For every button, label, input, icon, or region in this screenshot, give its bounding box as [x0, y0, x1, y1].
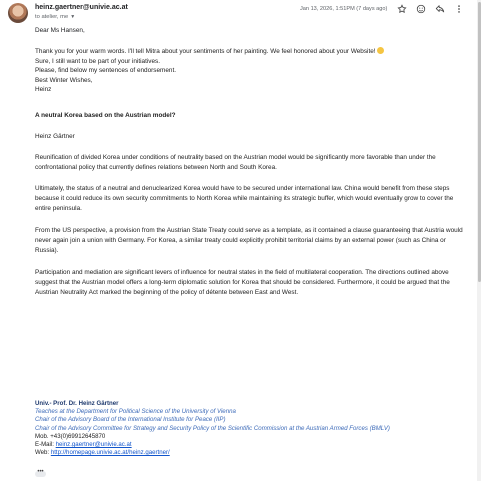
paragraph-2: Ultimately, the status of a neutral and …: [35, 185, 454, 212]
intro-line: Heinz: [35, 86, 52, 94]
scrollbar[interactable]: [477, 0, 481, 481]
intro-line: Thank you for your warm words. I'll tell…: [35, 47, 465, 57]
signature-role: Teaches at the Department for Political …: [35, 408, 236, 416]
signature-role: Chair of the Advisory Board of the Inter…: [35, 416, 226, 424]
signature-block: Univ.- Prof. Dr. Heinz Gärtner Teaches a…: [35, 400, 465, 457]
signature-name: Univ.- Prof. Dr. Heinz Gärtner: [35, 400, 119, 407]
intro-line: Please, find below my sentences of endor…: [35, 67, 177, 75]
intro-block: Thank you for your warm words. I'll tell…: [35, 47, 465, 95]
chevron-down-icon: ▼: [70, 14, 76, 20]
signature-web-link[interactable]: http://homepage.univie.ac.at/heinz.gaert…: [51, 449, 170, 456]
message-date: Jan 13, 2026, 1:51PM (7 days ago): [300, 6, 388, 12]
paragraph-1: Reunification of divided Korea under con…: [35, 154, 436, 171]
endorsement-author: Heinz Gärtner: [35, 133, 75, 140]
signature-web-row: Web: http://homepage.univie.ac.at/heinz.…: [35, 449, 170, 457]
star-icon[interactable]: [396, 3, 407, 14]
scrollbar-thumb[interactable]: [477, 2, 481, 282]
intro-line: Sure, I still want to be part of your in…: [35, 57, 161, 65]
signature-email-row: E-Mail: heinz.gaertner@univie.ac.at: [35, 441, 132, 449]
paragraph-4: Participation and mediation are signific…: [35, 269, 450, 296]
recipients-toggle[interactable]: to atelier, me ▼: [35, 14, 75, 20]
smiley-emoji-icon: [377, 47, 385, 54]
recipients-label: to atelier, me: [35, 14, 69, 20]
sender-email[interactable]: heinz.gaertner@univie.ac.at: [35, 4, 128, 11]
message-header: heinz.gaertner@univie.ac.at to atelier, …: [0, 0, 481, 30]
intro-line: Best Winter Wishes,: [35, 76, 93, 84]
sender-avatar[interactable]: [8, 3, 28, 23]
signature-email-link[interactable]: heinz.gaertner@univie.ac.at: [56, 441, 132, 448]
signature-mobile: Mob. +43(0)69912645870: [35, 432, 106, 440]
more-vert-icon[interactable]: [453, 3, 464, 14]
reply-icon[interactable]: [434, 3, 445, 14]
signature-role: Chair of the Advisory Committee for Stra…: [35, 424, 390, 432]
show-trimmed-content-button[interactable]: •••: [35, 469, 46, 477]
emoji-icon[interactable]: [415, 3, 426, 14]
endorsement-heading: A neutral Korea based on the Austrian mo…: [35, 112, 176, 119]
paragraph-3: From the US perspective, a provision fro…: [35, 227, 463, 254]
greeting: Dear Ms Hansen,: [35, 27, 85, 34]
